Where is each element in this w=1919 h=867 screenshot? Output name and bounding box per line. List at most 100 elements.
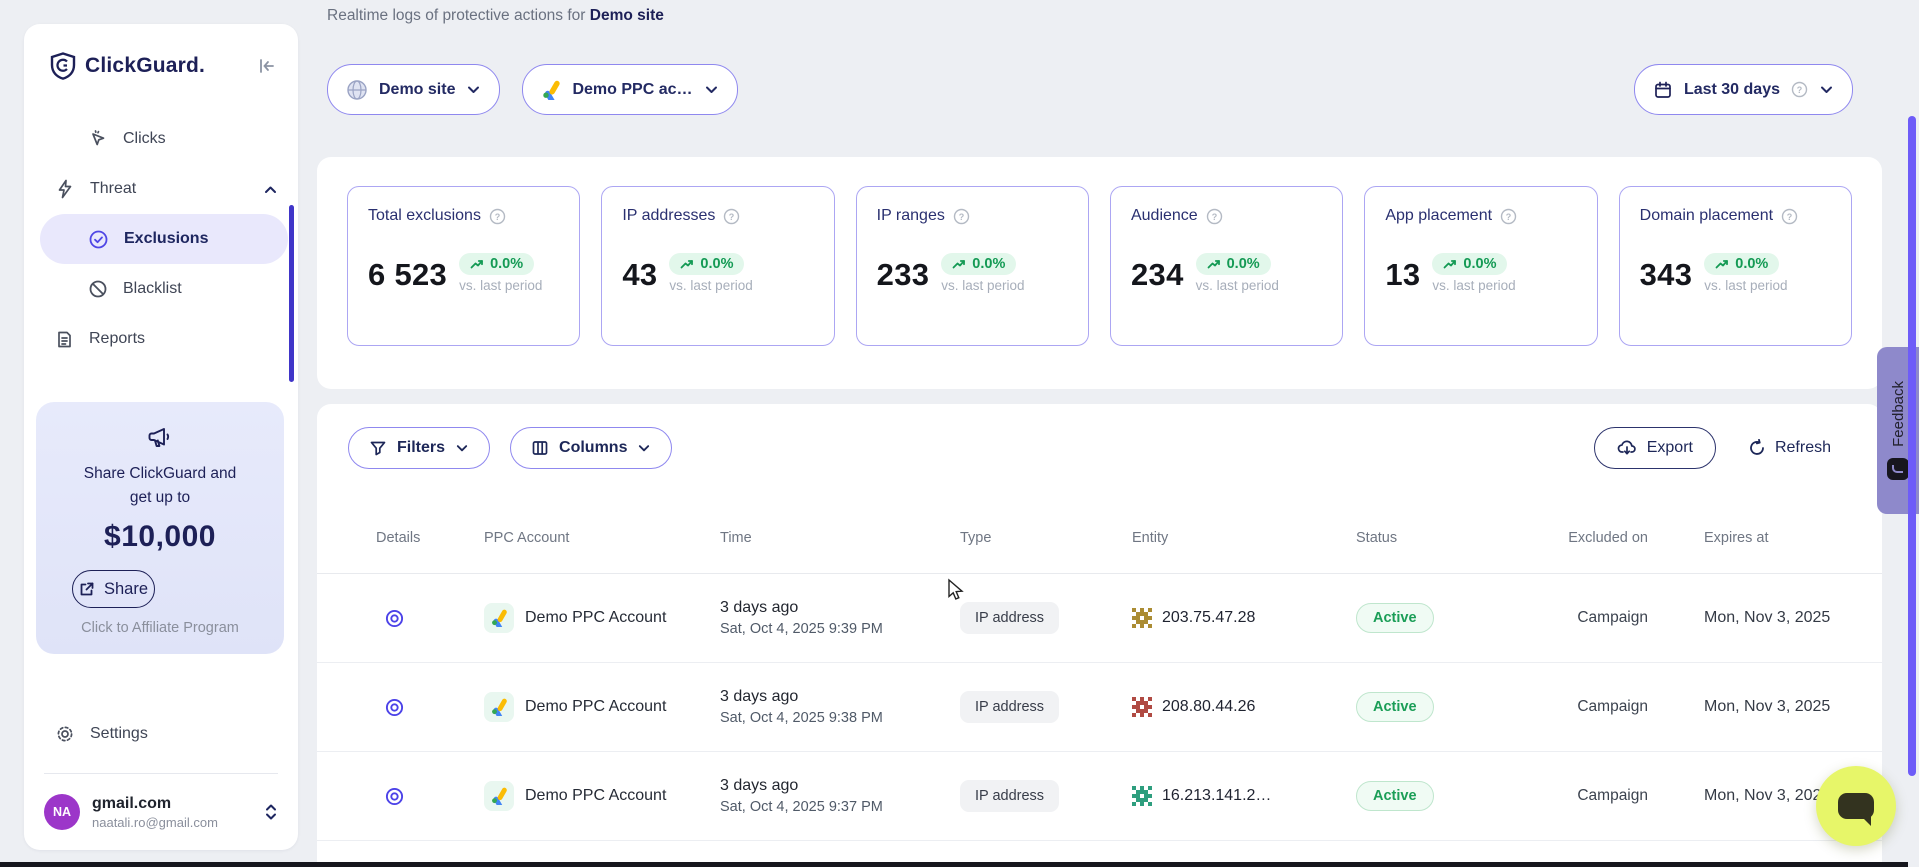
sidebar-item-label: Exclusions — [124, 230, 208, 248]
stat-delta-badge: 0.0% — [941, 253, 1016, 275]
sidebar-item-blacklist[interactable]: Blacklist — [24, 264, 298, 314]
type-cell: IP address — [960, 780, 1132, 812]
affiliate-promo-card[interactable]: Share ClickGuard andget up to $10,000 Sh… — [36, 402, 284, 654]
stat-card: Total exclusions ? 6 523 0.0% — [347, 186, 580, 346]
view-details-button[interactable]: Demo PPC Account — [376, 608, 484, 629]
google-ads-icon — [484, 692, 514, 722]
sidebar-item-clicks[interactable]: Clicks — [24, 114, 298, 164]
promo-amount: $10,000 — [50, 520, 270, 554]
promo-footnote: Click to Affiliate Program — [50, 620, 270, 636]
stat-caption: vs. last period — [459, 278, 542, 293]
stat-card: App placement ? 13 0.0% — [1364, 186, 1597, 346]
globe-icon — [346, 79, 368, 101]
stat-value: 343 — [1640, 257, 1693, 293]
columns-button[interactable]: Columns — [510, 427, 672, 469]
trend-up-icon — [952, 258, 966, 270]
help-icon[interactable]: ? — [953, 208, 970, 225]
gear-icon — [55, 724, 75, 744]
svg-text:?: ? — [495, 211, 501, 221]
type-cell: IP address — [960, 602, 1132, 634]
chat-bubble-icon — [1838, 793, 1874, 819]
sidebar-item-label: Clicks — [123, 130, 166, 148]
account-name: gmail.com — [92, 795, 218, 813]
badge-check-icon — [88, 229, 109, 250]
col-expires-at: Expires at — [1648, 530, 1852, 546]
google-ads-icon — [541, 80, 561, 100]
col-time: Time — [720, 530, 960, 546]
google-ads-icon — [484, 781, 514, 811]
refresh-button[interactable]: Refresh — [1742, 438, 1837, 458]
chevron-down-icon — [466, 82, 481, 97]
feedback-label: Feedback — [1890, 381, 1907, 447]
expires-at-cell: Mon, Nov 3, 2025 — [1648, 609, 1852, 627]
sidebar-item-settings[interactable]: Settings — [24, 709, 298, 759]
svg-text:?: ? — [1797, 85, 1803, 95]
svg-text:?: ? — [729, 211, 735, 221]
site-selector[interactable]: Demo site — [327, 64, 500, 115]
stats-row: Total exclusions ? 6 523 0.0% — [317, 157, 1882, 375]
chat-launcher-button[interactable] — [1816, 766, 1896, 846]
ppc-account-selector[interactable]: Demo PPC ac… — [522, 64, 737, 115]
trend-up-icon — [1443, 258, 1457, 270]
divider — [44, 773, 278, 774]
megaphone-icon — [50, 426, 270, 452]
clickguard-dashboard: ClickGuard. Clicks — [0, 0, 1919, 867]
google-ads-icon — [484, 603, 514, 633]
stat-value: 13 — [1385, 257, 1420, 293]
col-status: Status — [1356, 530, 1552, 546]
table-row[interactable]: Demo PPC Account Demo PPC Account 3 days… — [317, 752, 1882, 841]
status-badge: Active — [1356, 692, 1434, 722]
status-badge: Active — [1356, 781, 1434, 811]
refresh-icon — [1748, 439, 1766, 457]
page-scrollbar[interactable] — [1908, 116, 1916, 776]
help-icon[interactable]: ? — [489, 208, 506, 225]
sidebar-scrollbar[interactable] — [289, 205, 294, 382]
view-details-button[interactable]: Demo PPC Account — [376, 697, 484, 718]
columns-icon — [531, 439, 549, 457]
account-email: naatali.ro@gmail.com — [92, 815, 218, 830]
filters-button[interactable]: Filters — [348, 427, 490, 469]
share-button[interactable]: Share — [72, 570, 155, 608]
view-details-button[interactable]: Demo PPC Account — [376, 786, 484, 807]
ppc-account-cell: Demo PPC Account — [484, 781, 720, 811]
account-switcher[interactable]: NA gmail.com naatali.ro@gmail.com — [24, 788, 298, 850]
col-ppc-account: PPC Account — [484, 530, 720, 546]
svg-text:?: ? — [1506, 211, 1512, 221]
type-badge: IP address — [960, 602, 1059, 634]
chevron-down-icon — [1819, 82, 1834, 97]
sidebar-item-exclusions[interactable]: Exclusions — [40, 214, 288, 264]
stat-value: 233 — [877, 257, 930, 293]
sidebar-item-threat[interactable]: Threat — [24, 164, 298, 214]
date-range-selector[interactable]: Last 30 days ? — [1634, 64, 1853, 115]
filter-funnel-icon — [369, 439, 387, 457]
entity-identicon — [1132, 697, 1152, 717]
status-cell: Active — [1356, 603, 1552, 633]
avatar: NA — [44, 794, 80, 830]
site-selector-value: Demo site — [379, 81, 455, 99]
export-button[interactable]: Export — [1594, 427, 1716, 469]
collapse-sidebar-icon[interactable] — [256, 56, 276, 76]
calendar-icon — [1653, 80, 1673, 100]
table-row[interactable]: Demo PPC Account Demo PPC Account 3 days… — [317, 574, 1882, 663]
chevron-down-icon — [637, 441, 651, 455]
help-icon[interactable]: ? — [1206, 208, 1223, 225]
excluded-on-cell: Campaign — [1552, 787, 1648, 805]
svg-text:?: ? — [959, 211, 965, 221]
unfold-icon — [264, 803, 278, 821]
ppc-account-cell: Demo PPC Account — [484, 603, 720, 633]
table-row[interactable]: Demo PPC Account Demo PPC Account 3 days… — [317, 663, 1882, 752]
stat-card: Domain placement ? 343 0.0% — [1619, 186, 1852, 346]
excluded-on-cell: Campaign — [1552, 698, 1648, 716]
stat-label: Audience — [1131, 207, 1198, 225]
ppc-account-cell: Demo PPC Account — [484, 692, 720, 722]
help-icon[interactable]: ? — [723, 208, 740, 225]
type-badge: IP address — [960, 691, 1059, 723]
help-icon[interactable]: ? — [1500, 208, 1517, 225]
details-eye-icon — [384, 697, 484, 718]
lightning-icon — [55, 179, 75, 199]
page-subtitle: Realtime logs of protective actions for … — [327, 7, 664, 25]
help-icon[interactable]: ? — [1781, 208, 1798, 225]
stat-delta-badge: 0.0% — [669, 253, 744, 275]
sidebar-item-reports[interactable]: Reports — [24, 314, 298, 364]
stat-label: Domain placement — [1640, 207, 1773, 225]
